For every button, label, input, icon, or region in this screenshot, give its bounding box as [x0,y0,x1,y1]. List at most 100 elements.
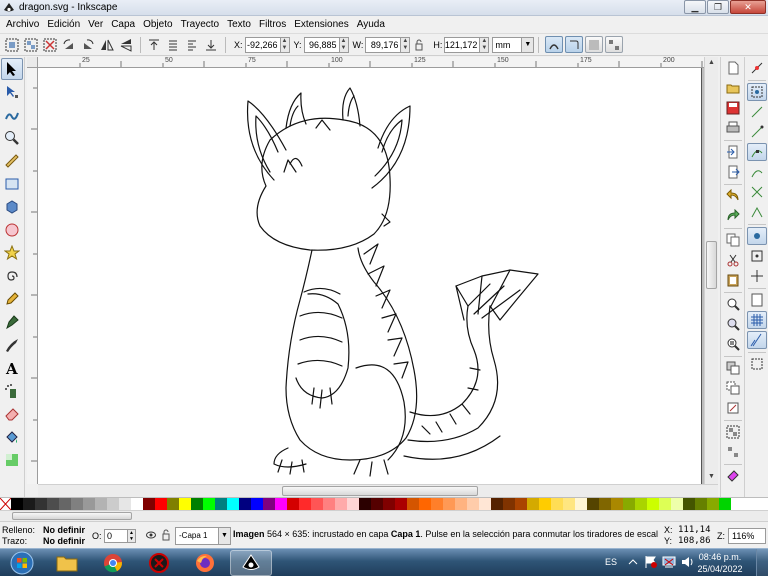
snap-intersections-icon[interactable] [747,183,767,201]
snap-extra-icon[interactable] [747,355,767,373]
color-swatch[interactable] [83,498,95,510]
color-swatch[interactable] [95,498,107,510]
minimize-button[interactable]: ▁ [684,0,706,14]
color-swatch[interactable] [239,498,251,510]
group-icon[interactable] [723,423,743,441]
zoom-input[interactable]: 116% [728,528,766,544]
color-swatch[interactable] [719,498,731,510]
transform-patterns-button[interactable] [605,36,624,53]
color-swatch[interactable] [119,498,131,510]
width-spinner[interactable]: ▲ ▼ [401,36,411,53]
inkscape-taskbar-button[interactable] [230,550,272,576]
lock-ratio-icon[interactable] [410,36,428,54]
vertical-scrollbar[interactable]: ▲ ▼ [704,57,718,484]
color-swatch[interactable] [359,498,371,510]
snap-guides-icon[interactable] [747,331,767,349]
snap-rotation-center-icon[interactable] [747,267,767,285]
color-swatch[interactable] [191,498,203,510]
fill-stroke-icon[interactable] [723,467,743,485]
copy-icon[interactable] [723,231,743,249]
y-spinner[interactable]: ▲ ▼ [339,36,349,53]
menu-extensiones[interactable]: Extensiones [291,19,353,30]
color-swatch[interactable] [623,498,635,510]
color-swatch[interactable] [131,498,143,510]
color-swatch[interactable] [11,498,23,510]
snap-bbox-corners-icon[interactable] [747,123,767,141]
color-swatch[interactable] [611,498,623,510]
explorer-taskbar-button[interactable] [46,550,88,576]
color-swatch[interactable] [179,498,191,510]
color-swatch[interactable] [431,498,443,510]
undo-icon[interactable] [723,187,743,205]
network-icon[interactable] [662,555,676,569]
ungroup-icon[interactable] [723,443,743,461]
color-palette[interactable] [0,497,768,510]
unit-select[interactable]: mm [492,36,523,53]
calligraphy-tool[interactable] [1,334,23,356]
color-swatch[interactable] [407,498,419,510]
color-swatch[interactable] [167,498,179,510]
snap-cusp-nodes-icon[interactable] [747,203,767,221]
flip-vertical-icon[interactable] [117,36,135,54]
color-swatch[interactable] [587,498,599,510]
scroll-up-arrow[interactable]: ▲ [705,57,718,68]
snap-others-icon[interactable] [747,227,767,245]
transform-gradients-button[interactable] [585,36,604,53]
menu-objeto[interactable]: Objeto [140,19,177,30]
snap-nodes-icon[interactable] [747,143,767,161]
measure-tool[interactable] [1,150,23,172]
new-document-icon[interactable] [723,59,743,77]
color-swatch[interactable] [23,498,35,510]
color-swatch[interactable] [107,498,119,510]
raise-to-top-icon[interactable] [145,36,163,54]
snap-grid-icon[interactable] [747,311,767,329]
stroke-value[interactable]: No definir [43,536,85,546]
paint-bucket-tool[interactable] [1,426,23,448]
menu-filtros[interactable]: Filtros [256,19,291,30]
color-swatch[interactable] [455,498,467,510]
raise-icon[interactable] [164,36,182,54]
node-tool[interactable] [1,81,23,103]
color-swatch[interactable] [383,498,395,510]
export-icon[interactable] [723,163,743,181]
zoom-selection-icon[interactable] [723,295,743,313]
chrome-taskbar-button[interactable] [92,550,134,576]
rotate-ccw-icon[interactable] [60,36,78,54]
tweak-tool[interactable] [1,104,23,126]
snap-bbox-edges-icon[interactable] [747,103,767,121]
color-swatch[interactable] [467,498,479,510]
maximize-button[interactable]: ❐ [707,0,729,14]
no-paint-swatch[interactable] [0,498,11,510]
clone-icon[interactable] [723,379,743,397]
lower-icon[interactable] [183,36,201,54]
menu-trayecto[interactable]: Trayecto [178,19,225,30]
star-tool[interactable] [1,242,23,264]
color-swatch[interactable] [635,498,647,510]
color-swatch[interactable] [527,498,539,510]
y-input[interactable]: 96,885 [303,36,340,53]
zoom-page-icon[interactable] [723,335,743,353]
pencil-tool[interactable] [1,288,23,310]
color-swatch[interactable] [515,498,527,510]
color-swatch[interactable] [563,498,575,510]
lower-to-bottom-icon[interactable] [202,36,220,54]
color-swatch[interactable] [671,498,683,510]
color-swatch[interactable] [647,498,659,510]
paste-icon[interactable] [723,271,743,289]
rotate-cw-icon[interactable] [79,36,97,54]
palette-scroll-thumb[interactable] [12,512,132,520]
scale-stroke-button[interactable] [545,36,564,53]
x-spinner[interactable]: ▲ ▼ [280,36,290,53]
color-swatch[interactable] [155,498,167,510]
color-swatch[interactable] [35,498,47,510]
color-swatch[interactable] [287,498,299,510]
menu-archivo[interactable]: Archivo [3,19,44,30]
unit-dropdown-arrow[interactable]: ▼ [522,36,535,53]
color-swatch[interactable] [443,498,455,510]
color-swatch[interactable] [599,498,611,510]
action-center-flag-icon[interactable] [644,555,658,569]
app-taskbar-button[interactable] [138,550,180,576]
height-spinner[interactable]: ▲ ▼ [480,36,490,53]
deselect-icon[interactable] [41,36,59,54]
menu-texto[interactable]: Texto [224,19,256,30]
